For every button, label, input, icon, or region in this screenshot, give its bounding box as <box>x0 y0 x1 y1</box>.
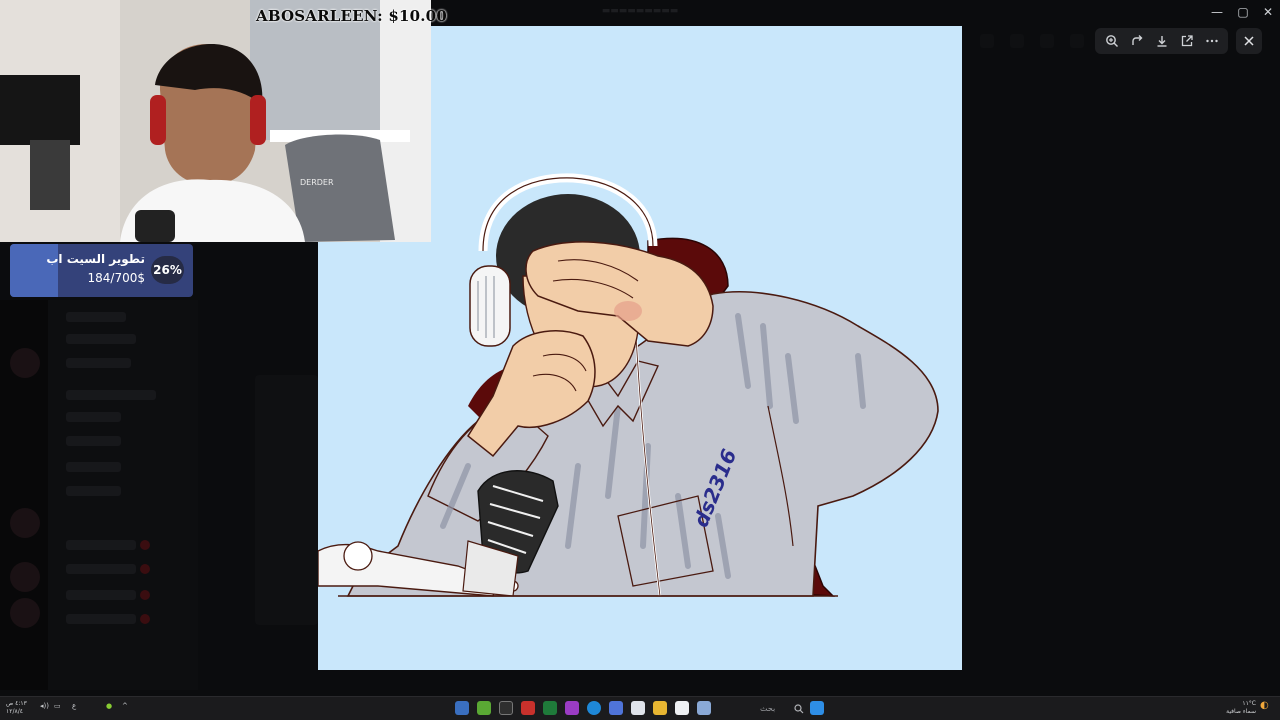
background-channel-list <box>48 300 198 690</box>
search-label: بحث <box>760 704 776 713</box>
clock-time: ٤:١٣ ص <box>6 700 27 707</box>
image-viewer-toolbar <box>1095 28 1228 54</box>
maximize-button[interactable]: ▢ <box>1230 4 1256 20</box>
background-channel-row <box>66 312 126 322</box>
chevron-up-icon[interactable]: ^ <box>122 702 128 710</box>
donation-goal-widget: تطوير السيت اب 184/700$ 26% <box>10 244 193 297</box>
background-server-rail <box>0 300 48 690</box>
background-channel-row <box>66 564 150 574</box>
tray-app-icon[interactable]: ● <box>106 702 112 710</box>
speaker-icon[interactable]: ◂)) <box>40 702 49 710</box>
weather-widget[interactable]: ١١°C سماء صافية <box>1222 700 1256 716</box>
taskbar-app-icon[interactable] <box>587 701 601 715</box>
background-channel-row <box>66 540 150 550</box>
weather-desc: سماء صافية <box>1226 708 1256 715</box>
background-channel-row <box>66 614 150 624</box>
taskbar: ٤:١٣ ص ١٢/٨/٤ ◂)) ▭ ع ● ^ بحث ١١°C سماء … <box>0 696 1280 720</box>
more-options-button[interactable] <box>1201 30 1223 52</box>
rotate-button[interactable] <box>1126 30 1148 52</box>
close-viewer-button[interactable] <box>1236 28 1262 54</box>
background-channel-row <box>66 436 121 446</box>
goal-percent-badge: 26% <box>151 256 184 284</box>
taskbar-app-icon[interactable] <box>675 701 689 715</box>
background-server-icon <box>10 508 40 538</box>
background-server-icon <box>10 348 40 378</box>
search-icon <box>794 703 804 713</box>
start-icon[interactable] <box>810 701 824 715</box>
taskbar-app-icon[interactable] <box>543 701 557 715</box>
taskbar-app-icon[interactable] <box>477 701 491 715</box>
donation-alert: ABOSARLEEN: $10.00 <box>256 7 447 25</box>
background-channel-row <box>66 334 136 344</box>
download-button[interactable] <box>1151 30 1173 52</box>
weather-temp: ١١°C <box>1242 700 1256 707</box>
webcam-scene: DERDER <box>0 0 431 242</box>
background-server-icon <box>10 562 40 592</box>
webcam-feed: DERDER <box>0 0 431 242</box>
background-channel-row <box>66 390 156 400</box>
background-toolbar-icon <box>1010 34 1024 48</box>
taskbar-app-icon[interactable] <box>565 701 579 715</box>
background-toolbar-icon <box>980 34 994 48</box>
background-server-icon <box>10 598 40 628</box>
background-window-title: ▬▬▬▬▬▬▬▬▬ <box>601 6 679 16</box>
open-external-button[interactable] <box>1176 30 1198 52</box>
background-toolbar-icon <box>1070 34 1084 48</box>
taskbar-app-icon[interactable] <box>697 701 711 715</box>
background-channel-row <box>66 462 121 472</box>
goal-title: تطوير السيت اب <box>46 252 145 266</box>
folder-icon[interactable] <box>653 701 667 715</box>
rotate-icon <box>1131 35 1142 45</box>
taskbar-app-icon[interactable] <box>609 701 623 715</box>
background-toolbar-icon <box>1040 34 1054 48</box>
minimize-button[interactable]: — <box>1204 4 1230 20</box>
taskbar-app-icon[interactable] <box>631 701 645 715</box>
background-channel-row <box>66 590 150 600</box>
clock-date: ١٢/٨/٤ <box>6 708 23 715</box>
zoom-in-icon <box>1105 35 1118 47</box>
goal-amount: 184/700$ <box>87 271 146 285</box>
open-external-icon <box>1181 35 1193 47</box>
download-icon <box>1157 36 1166 47</box>
taskbar-clock[interactable]: ٤:١٣ ص ١٢/٨/٤ <box>6 700 27 716</box>
taskbar-search[interactable]: بحث <box>760 702 804 715</box>
svg-text:DERDER: DERDER <box>300 178 334 187</box>
taskbar-app-icon[interactable] <box>521 701 535 715</box>
background-channel-row <box>66 486 121 496</box>
taskbar-app-icon[interactable] <box>499 701 513 715</box>
background-channel-row <box>66 412 121 422</box>
background-content-panel <box>255 375 318 625</box>
taskbar-app-icon[interactable] <box>455 701 469 715</box>
screen: ▬▬▬▬▬▬▬▬▬ — ▢ ✕ ds2316 DERDER ABOSARLEEN… <box>0 0 1280 720</box>
window-close-button[interactable]: ✕ <box>1255 4 1280 20</box>
weather-moon-icon: ◐ <box>1260 700 1269 711</box>
more-icon <box>1205 39 1218 43</box>
close-icon <box>1244 36 1254 46</box>
zoom-in-button[interactable] <box>1101 30 1123 52</box>
language-icon[interactable]: ع <box>72 702 76 710</box>
network-icon[interactable]: ▭ <box>54 702 61 710</box>
background-channel-row <box>66 358 131 368</box>
